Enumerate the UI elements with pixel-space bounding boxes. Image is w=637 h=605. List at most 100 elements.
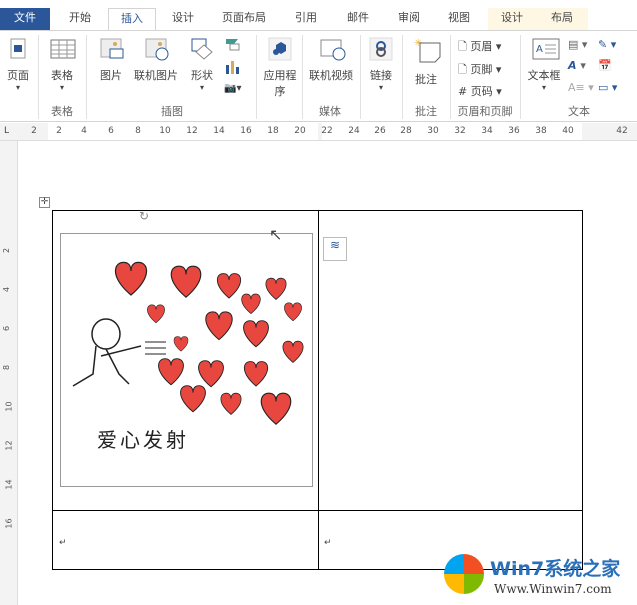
table-move-handle[interactable]: ✛ xyxy=(39,197,50,208)
link-button[interactable]: 链接 ▾ xyxy=(364,37,398,92)
horizontal-ruler[interactable]: L 2 2 4 6 8 10 12 14 16 18 20 22 24 26 28 30 32 34 36 38 40 4… xyxy=(0,123,637,141)
tab-selector[interactable]: L xyxy=(4,126,9,136)
heart-shape xyxy=(243,361,269,387)
ruler-tick-label: 30 xyxy=(427,126,439,136)
chart-icon[interactable] xyxy=(224,59,240,78)
ruler-tick-label: 18 xyxy=(267,126,279,136)
ruler-tick-label: 14 xyxy=(4,479,14,490)
heart-shape xyxy=(158,358,184,386)
ruler-tick-label: 10 xyxy=(4,401,14,412)
screenshot-icon[interactable]: 📷▾ xyxy=(224,83,241,94)
header-button[interactable]: 🗋 页眉 ▾ xyxy=(458,38,501,57)
heart-shape xyxy=(114,261,148,296)
tab-home[interactable]: 开始 xyxy=(56,8,104,30)
online-picture-icon xyxy=(144,37,169,61)
ruler-tick-label: 34 xyxy=(481,126,493,136)
document-page[interactable]: ✛ ↵ ↵ 爱心发射 ≋ ↻ ↖ xyxy=(19,141,637,605)
page-number-icon: # xyxy=(458,85,468,98)
quick-parts-icon[interactable]: ▤ ▾ xyxy=(568,38,587,51)
picture-icon xyxy=(99,37,124,61)
heart-shape xyxy=(170,265,202,298)
mouse-cursor-icon: ↖ xyxy=(269,225,283,244)
comment-icon: ✳ xyxy=(414,37,441,63)
shapes-button[interactable]: 形状 ▾ xyxy=(184,37,220,92)
group-label-table: 表格 xyxy=(51,105,73,118)
ruler-tick-label: 6 xyxy=(2,325,12,332)
smartart-icon[interactable] xyxy=(224,37,240,54)
tab-file[interactable]: 文件 xyxy=(0,8,50,30)
textbox-icon: A xyxy=(532,37,560,61)
rotate-handle-icon[interactable]: ↻ xyxy=(139,209,149,223)
ruler-tick-label: 14 xyxy=(213,126,225,136)
group-label-illustrations: 插图 xyxy=(161,105,183,118)
page-button[interactable]: 页面 ▾ xyxy=(2,37,34,92)
ruler-tick-label: 10 xyxy=(159,126,171,136)
layout-options-icon[interactable]: ≋ xyxy=(323,237,347,261)
group-label-media: 媒体 xyxy=(319,105,341,118)
apps-icon xyxy=(268,37,292,61)
tab-review[interactable]: 审阅 xyxy=(386,8,432,30)
group-label-header-footer: 页眉和页脚 xyxy=(457,105,513,118)
ruler-tick-label: 24 xyxy=(348,126,360,136)
ruler-tick-label: 8 xyxy=(135,126,141,136)
tab-table-layout[interactable]: 布局 xyxy=(536,8,588,30)
ruler-tick-label: 2 xyxy=(2,247,12,254)
header-icon: 🗋 xyxy=(458,40,467,53)
ruler-tick-label: 32 xyxy=(454,126,466,136)
ruler-tick-label: 12 xyxy=(186,126,198,136)
page-icon xyxy=(6,37,30,61)
ruler-tick-label: 16 xyxy=(240,126,252,136)
ruler-tick-label: 4 xyxy=(81,126,87,136)
picture-button[interactable]: 图片 xyxy=(94,37,128,83)
shapes-icon xyxy=(190,37,214,61)
textbox-button[interactable]: A 文本框 ▾ xyxy=(524,37,564,92)
online-picture-button[interactable]: 联机图片 xyxy=(130,37,182,83)
footer-button[interactable]: 🗋 页脚 ▾ xyxy=(458,61,501,80)
heart-shape xyxy=(282,340,304,363)
tab-design[interactable]: 设计 xyxy=(160,8,206,30)
ruler-tick-label: 22 xyxy=(321,126,333,136)
selected-image[interactable]: 爱心发射 xyxy=(60,233,313,487)
image-caption: 爱心发射 xyxy=(97,428,189,452)
table-button[interactable]: 表格 ▾ xyxy=(44,37,80,92)
ruler-tick-label: 12 xyxy=(4,440,14,451)
heart-shape xyxy=(220,392,242,415)
apps-button[interactable]: 应用程序 xyxy=(260,37,300,99)
svg-text:A: A xyxy=(536,44,543,55)
ruler-tick-label: 28 xyxy=(400,126,412,136)
table-icon xyxy=(50,37,76,61)
paragraph-mark: ↵ xyxy=(324,538,332,548)
ruler-tick-label: 2 xyxy=(31,126,37,136)
tab-references[interactable]: 引用 xyxy=(282,8,330,30)
page-number-button[interactable]: # 页码 ▾ xyxy=(458,83,502,99)
footer-icon: 🗋 xyxy=(458,63,467,76)
ruler-tick-label: 8 xyxy=(2,364,12,371)
heart-shape xyxy=(198,360,224,388)
watermark: Win7系统之家 Www.Winwin7.com xyxy=(440,552,636,602)
tab-layout[interactable]: 页面布局 xyxy=(212,8,276,30)
group-label-comments: 批注 xyxy=(415,105,437,118)
online-video-button[interactable]: 联机视频 xyxy=(306,37,356,83)
wordart-icon[interactable]: A ▾ xyxy=(568,59,586,72)
paragraph-mark: ↵ xyxy=(59,538,67,548)
ruler-tick-label: 4 xyxy=(2,286,12,293)
ruler-tick-label: 2 xyxy=(56,126,62,136)
dropcap-icon[interactable]: A≡ ▾ xyxy=(568,81,594,94)
signature-icon[interactable]: ✎ ▾ xyxy=(598,38,616,51)
date-time-icon[interactable]: 📅 xyxy=(598,59,612,72)
ruler-tick-label: 20 xyxy=(294,126,306,136)
group-label-text: 文本 xyxy=(568,105,590,118)
tab-view[interactable]: 视图 xyxy=(436,8,482,30)
online-video-icon xyxy=(319,37,346,61)
ruler-tick-label: 36 xyxy=(508,126,520,136)
vertical-ruler[interactable]: 2 4 6 8 10 12 14 16 xyxy=(0,141,18,605)
ribbon-tabs: 文件 开始 插入 设计 页面布局 引用 邮件 审阅 视图 设计 布局 xyxy=(0,0,637,30)
ruler-tick-label: 26 xyxy=(374,126,386,136)
comment-button[interactable]: ✳ 批注 xyxy=(408,37,444,87)
tab-table-design[interactable]: 设计 xyxy=(488,8,536,30)
ruler-tick-label: 6 xyxy=(108,126,114,136)
tab-mailings[interactable]: 邮件 xyxy=(334,8,382,30)
object-icon[interactable]: ▭ ▾ xyxy=(598,81,617,94)
link-icon xyxy=(369,37,393,61)
tab-insert[interactable]: 插入 xyxy=(108,8,156,30)
